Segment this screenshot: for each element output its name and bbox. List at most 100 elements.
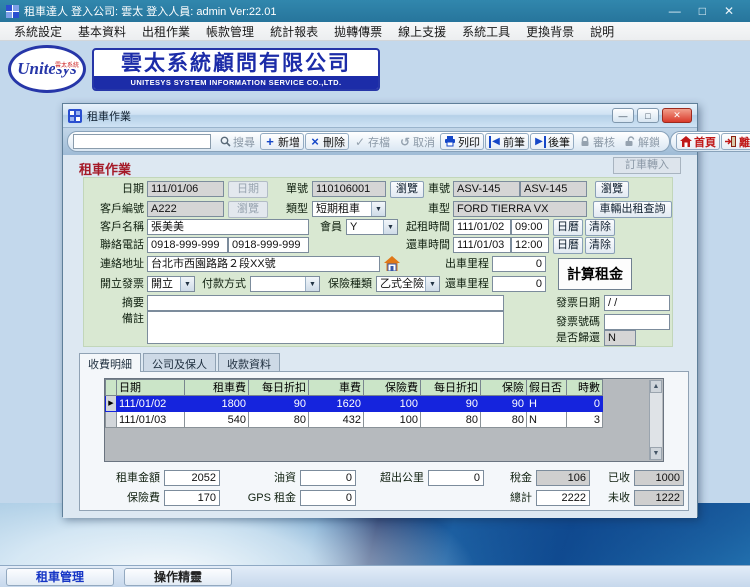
os-close-button[interactable]: ✕ bbox=[724, 1, 734, 21]
rent-end-time-field[interactable]: 12:00 bbox=[511, 237, 549, 253]
note-textarea[interactable] bbox=[147, 311, 504, 344]
scroll-up-icon[interactable]: ▲ bbox=[650, 380, 662, 393]
menu-online-support[interactable]: 線上支援 bbox=[390, 22, 454, 41]
rent-end-clear-button[interactable]: 清除 bbox=[585, 237, 615, 254]
car-model-field: FORD TIERRA VX bbox=[453, 201, 587, 217]
menu-accounting[interactable]: 帳款管理 bbox=[198, 22, 262, 41]
order-no-field: 110106001 bbox=[312, 181, 386, 197]
col-rent-fee[interactable]: 租車費 bbox=[185, 380, 249, 396]
rent-start-clear-button[interactable]: 清除 bbox=[585, 219, 615, 236]
menu-help[interactable]: 說明 bbox=[582, 22, 622, 41]
rent-end-calendar-button[interactable]: 日曆 bbox=[553, 237, 583, 254]
menu-vouchers[interactable]: 拋轉傳票 bbox=[326, 22, 390, 41]
payment-dropdown[interactable]: ▼ bbox=[250, 276, 320, 292]
rent-end-date-field[interactable]: 111/01/03 bbox=[453, 237, 511, 253]
mileage-in-field[interactable]: 0 bbox=[492, 276, 546, 292]
next-record-label: 後筆 bbox=[548, 134, 570, 150]
grid-scrollbar[interactable]: ▲ ▼ bbox=[649, 380, 662, 460]
window-maximize-button[interactable]: □ bbox=[637, 108, 659, 123]
cancel-button[interactable]: ↺取消 bbox=[395, 133, 439, 150]
col-daily-discount-1[interactable]: 每日折扣 bbox=[249, 380, 309, 396]
col-car-fee[interactable]: 車費 bbox=[309, 380, 364, 396]
rent-start-date-field[interactable]: 111/01/02 bbox=[453, 219, 511, 235]
chevron-down-icon: ▼ bbox=[371, 202, 385, 216]
tab-payment-info[interactable]: 收款資料 bbox=[218, 353, 280, 371]
delete-button[interactable]: ×刪除 bbox=[305, 133, 349, 150]
cancel-label: 取消 bbox=[413, 134, 435, 150]
fuel-field[interactable]: 0 bbox=[300, 470, 356, 486]
date-button[interactable]: 日期 bbox=[228, 181, 268, 198]
window-minimize-button[interactable]: — bbox=[612, 108, 634, 123]
mileage-out-label: 出車里程 bbox=[442, 256, 489, 272]
tab-company-guarantor[interactable]: 公司及保人 bbox=[143, 353, 216, 371]
order-browse-button[interactable]: 瀏覽 bbox=[390, 181, 424, 198]
menu-rental-ops[interactable]: 出租作業 bbox=[134, 22, 198, 41]
total-field[interactable]: 2222 bbox=[536, 490, 590, 506]
customer-name-field[interactable]: 張美美 bbox=[147, 219, 309, 235]
invoice-no-field[interactable] bbox=[604, 314, 670, 330]
os-maximize-button[interactable]: □ bbox=[699, 1, 706, 21]
car-browse-button[interactable]: 瀏覽 bbox=[595, 181, 629, 198]
rent-amount-field[interactable]: 2052 bbox=[164, 470, 220, 486]
scroll-down-icon[interactable]: ▼ bbox=[650, 447, 662, 460]
invoice-date-field[interactable]: / / bbox=[604, 295, 670, 311]
house-icon[interactable] bbox=[384, 256, 401, 272]
col-holiday-flag[interactable]: 假日否 bbox=[527, 380, 567, 396]
insurance-dropdown[interactable]: 乙式全險 ▼ bbox=[376, 276, 440, 292]
insurance-fee-field[interactable]: 170 bbox=[164, 490, 220, 506]
menu-basic-data[interactable]: 基本資料 bbox=[70, 22, 134, 41]
table-row[interactable]: 111/01/03 540 80 432 100 80 80 N 3 bbox=[106, 412, 603, 428]
total-label: 總計 bbox=[490, 490, 532, 506]
toolbar-main-group: 搜尋 +新增 ×刪除 ✓存檔 ↺取消 列印 bbox=[67, 131, 670, 152]
prev-record-button[interactable]: ◀前筆 bbox=[485, 133, 529, 150]
memo-field[interactable] bbox=[147, 295, 504, 311]
table-row[interactable]: ▶ 111/01/02 1800 90 1620 100 90 90 H 0 bbox=[106, 396, 603, 412]
next-record-button[interactable]: ▶後筆 bbox=[530, 133, 574, 150]
cancel-undo-icon: ↺ bbox=[399, 136, 411, 148]
calc-rent-button[interactable]: 計算租金 bbox=[558, 258, 632, 290]
phone-field-1[interactable]: 0918-999-999 bbox=[147, 237, 228, 253]
invoice-make-dropdown[interactable]: 開立 ▼ bbox=[147, 276, 195, 292]
save-button[interactable]: ✓存檔 bbox=[350, 133, 394, 150]
over-km-field[interactable]: 0 bbox=[428, 470, 484, 486]
os-minimize-button[interactable]: — bbox=[669, 1, 681, 21]
search-input[interactable] bbox=[73, 134, 211, 149]
window-titlebar[interactable]: 租車作業 — □ ✕ bbox=[63, 104, 697, 128]
exit-button[interactable]: 離開 bbox=[721, 133, 750, 150]
col-hours[interactable]: 時數 bbox=[567, 380, 603, 396]
rent-start-calendar-button[interactable]: 日曆 bbox=[553, 219, 583, 236]
col-date[interactable]: 日期 bbox=[117, 380, 185, 396]
menu-system-tools[interactable]: 系統工具 bbox=[454, 22, 518, 41]
window-close-button[interactable]: ✕ bbox=[662, 108, 692, 123]
add-button[interactable]: +新增 bbox=[260, 133, 304, 150]
booking-transfer-button[interactable]: 訂車轉入 bbox=[613, 157, 681, 174]
menu-change-background[interactable]: 更換背景 bbox=[518, 22, 582, 41]
customer-name-label: 客戶名稱 bbox=[86, 219, 144, 235]
print-button[interactable]: 列印 bbox=[440, 133, 484, 150]
menu-system-settings[interactable]: 系統設定 bbox=[6, 22, 70, 41]
home-button[interactable]: 首頁 bbox=[676, 133, 720, 150]
customer-browse-button[interactable]: 瀏覽 bbox=[228, 201, 268, 218]
tab-fee-detail[interactable]: 收費明細 bbox=[79, 353, 141, 372]
phone-field-2[interactable]: 0918-999-999 bbox=[228, 237, 309, 253]
address-field[interactable]: 台北市西園路路２段XX號 bbox=[147, 256, 380, 272]
mileage-out-field[interactable]: 0 bbox=[492, 256, 546, 272]
taskbar-rental-management[interactable]: 租車管理 bbox=[6, 568, 114, 586]
type-dropdown[interactable]: 短期租車 ▼ bbox=[312, 201, 386, 217]
col-daily-discount-2[interactable]: 每日折扣 bbox=[421, 380, 481, 396]
col-insurance[interactable]: 保險 bbox=[481, 380, 527, 396]
customer-no-field: A222 bbox=[147, 201, 224, 217]
vehicle-rental-query-button[interactable]: 車輛出租查詢 bbox=[593, 201, 672, 218]
rent-start-time-field[interactable]: 09:00 bbox=[511, 219, 549, 235]
tax-label: 稅金 bbox=[490, 470, 532, 486]
taskbar-operation-wizard[interactable]: 操作精靈 bbox=[124, 568, 232, 586]
customer-no-label: 客戶編號 bbox=[86, 201, 144, 217]
gps-rent-field[interactable]: 0 bbox=[300, 490, 356, 506]
audit-button[interactable]: 審核 bbox=[575, 133, 619, 150]
search-button[interactable]: 搜尋 bbox=[215, 133, 259, 150]
home-label: 首頁 bbox=[694, 134, 716, 150]
member-dropdown[interactable]: Y ▼ bbox=[346, 219, 398, 235]
col-insurance-fee[interactable]: 保險費 bbox=[364, 380, 421, 396]
unlock-button[interactable]: 解鎖 bbox=[620, 133, 664, 150]
menu-reports[interactable]: 統計報表 bbox=[262, 22, 326, 41]
